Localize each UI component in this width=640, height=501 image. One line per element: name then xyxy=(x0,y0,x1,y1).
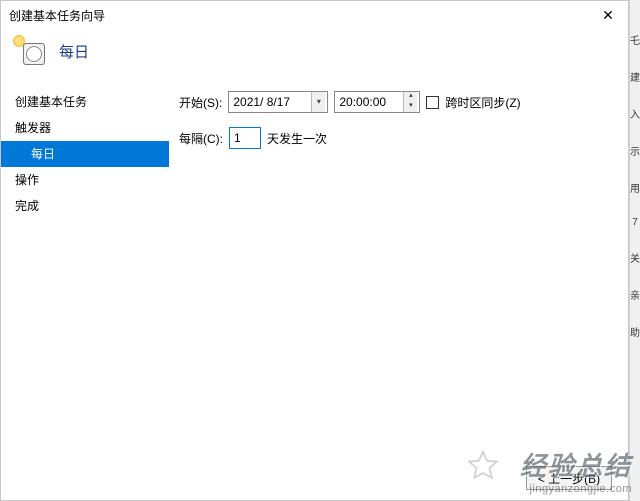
star-icon xyxy=(466,449,500,483)
start-label: 开始(S): xyxy=(179,94,222,111)
start-row: 开始(S): 2021/ 8/17 ▾ 20:00:00 ▴ ▾ 跨时区同步(Z… xyxy=(179,91,618,113)
interval-input[interactable] xyxy=(229,127,261,149)
page-title: 每日 xyxy=(59,41,89,62)
sidebar-item-finish[interactable]: 完成 xyxy=(1,193,169,219)
sidebar-item-daily[interactable]: 每日 xyxy=(1,141,169,167)
time-value: 20:00:00 xyxy=(339,95,386,109)
interval-row: 每隔(C): 天发生一次 xyxy=(179,127,618,149)
wizard-body: 创建基本任务 触发器 每日 操作 完成 开始(S): 2021/ 8/17 ▾ … xyxy=(1,83,628,453)
spinner-down-icon[interactable]: ▾ xyxy=(404,102,417,112)
start-time-input[interactable]: 20:00:00 ▴ ▾ xyxy=(334,91,420,113)
sidebar: 创建基本任务 触发器 每日 操作 完成 xyxy=(1,83,169,453)
wizard-clock-icon xyxy=(15,37,45,65)
wizard-header: 每日 xyxy=(1,29,628,83)
content: 开始(S): 2021/ 8/17 ▾ 20:00:00 ▴ ▾ 跨时区同步(Z… xyxy=(169,83,628,453)
interval-suffix: 天发生一次 xyxy=(267,130,327,147)
back-button[interactable]: < 上一步(B) xyxy=(526,466,612,490)
start-date-input[interactable]: 2021/ 8/17 ▾ xyxy=(228,91,328,113)
date-dropdown-icon[interactable]: ▾ xyxy=(311,92,325,112)
sidebar-item-action[interactable]: 操作 xyxy=(1,167,169,193)
wizard-window: 创建基本任务向导 ✕ 每日 创建基本任务 触发器 每日 操作 完成 开始(S):… xyxy=(0,0,629,501)
interval-label: 每隔(C): xyxy=(179,130,223,147)
sidebar-item-create-basic-task[interactable]: 创建基本任务 xyxy=(1,89,169,115)
sidebar-item-trigger[interactable]: 触发器 xyxy=(1,115,169,141)
date-value: 2021/ 8/17 xyxy=(233,95,290,109)
sync-tz-label: 跨时区同步(Z) xyxy=(445,94,520,111)
right-strip: 乇 建 入 示 用 7 关 亲 助 xyxy=(629,0,640,501)
close-icon: ✕ xyxy=(602,7,614,24)
time-spinner[interactable]: ▴ ▾ xyxy=(403,92,417,112)
close-button[interactable]: ✕ xyxy=(588,1,628,29)
footer: < 上一步(B) xyxy=(526,466,612,490)
window-title: 创建基本任务向导 xyxy=(9,7,105,24)
spinner-up-icon[interactable]: ▴ xyxy=(404,92,417,102)
sync-tz-checkbox[interactable] xyxy=(426,96,439,109)
titlebar: 创建基本任务向导 ✕ xyxy=(1,1,628,29)
